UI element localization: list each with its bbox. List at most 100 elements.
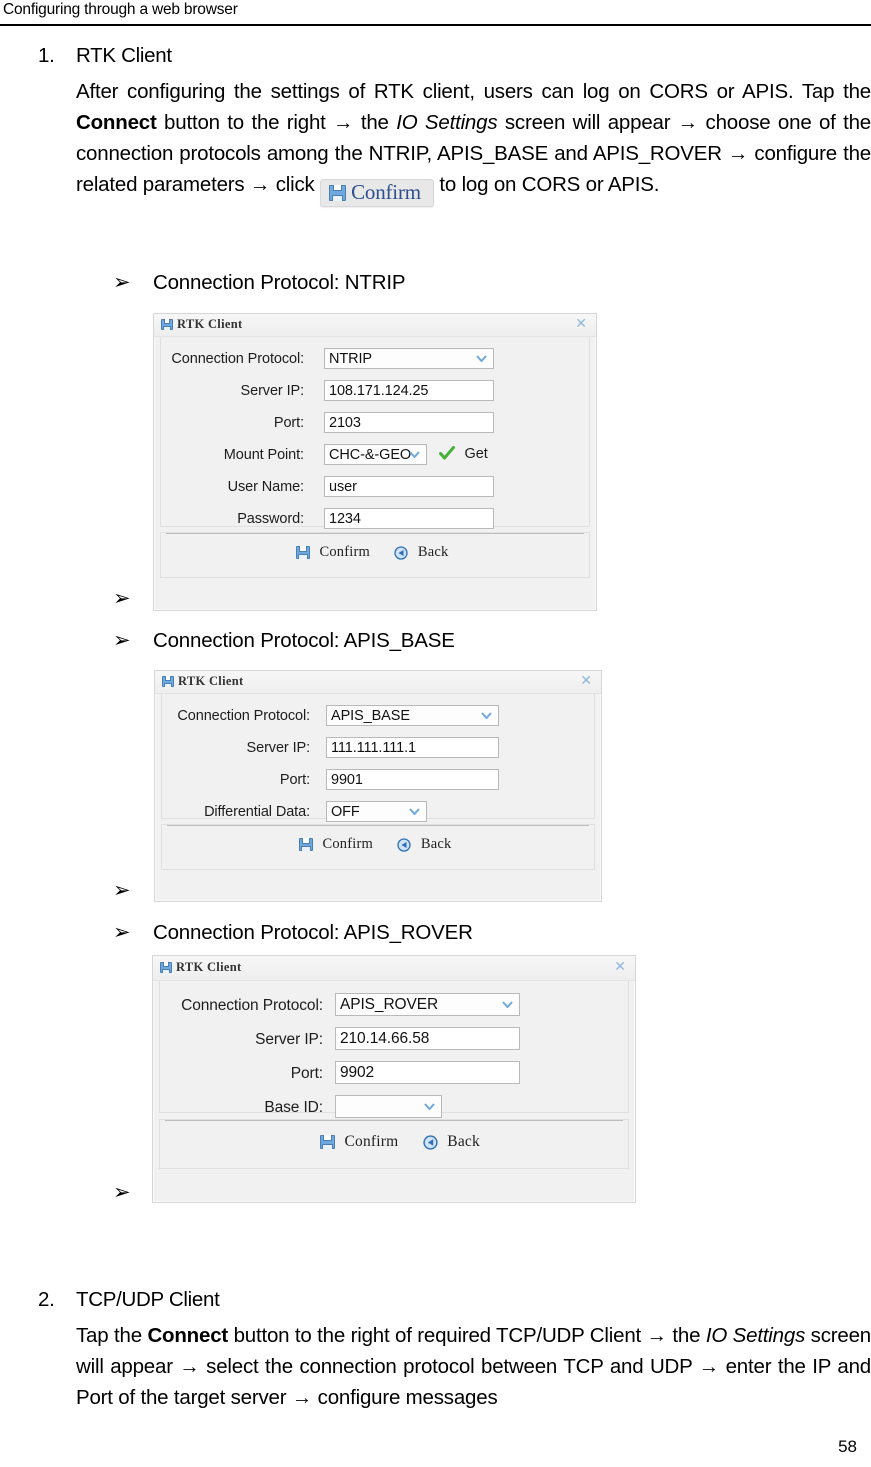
field-value: CHC-&-GEO — [329, 447, 412, 463]
back-label: Back — [417, 544, 449, 561]
inline-confirm-button[interactable]: Confirm — [320, 179, 434, 208]
arrow-bullet-icon: ➢ — [113, 920, 131, 944]
field-label: Mount Point: — [223, 447, 304, 463]
dialog-titlebar: RTK Client ✕ — [154, 314, 596, 337]
page-number: 58 — [838, 1437, 857, 1456]
field-value: 210.14.66.58 — [340, 1030, 430, 1047]
arrow-bullet-icon: ➢ — [113, 628, 131, 652]
close-icon[interactable]: ✕ — [580, 674, 592, 688]
floppy-save-icon — [329, 184, 347, 201]
base-id-select[interactable] — [335, 1095, 442, 1118]
chevron-down-icon — [481, 712, 492, 719]
field-label: Port: — [273, 415, 304, 431]
get-button[interactable]: Get — [439, 445, 488, 463]
confirm-label: Confirm — [319, 544, 370, 561]
field-label: Connection Protocol: — [171, 351, 304, 367]
para1-connect-bold: Connect — [76, 111, 157, 134]
connection-protocol-select[interactable]: NTRIP — [324, 348, 494, 369]
field-row-mount-point: Mount Point: CHC-&-GEO Get — [161, 443, 589, 470]
back-label: Back — [447, 1133, 480, 1150]
back-arrow-icon — [397, 838, 412, 852]
dialog-titlebar: RTK Client ✕ — [155, 671, 601, 694]
field-row-user-name: User Name: user — [161, 475, 589, 502]
para1-run-4: to log on CORS or APIS. — [433, 173, 660, 196]
confirm-button[interactable]: Confirm — [296, 544, 370, 562]
field-row-server-ip: Server IP: 210.14.66.58 — [160, 1026, 628, 1055]
port-input[interactable]: 9901 — [326, 769, 499, 790]
connection-protocol-select[interactable]: APIS_BASE — [326, 705, 499, 726]
field-label: User Name: — [227, 479, 304, 495]
field-row-connection-protocol: Connection Protocol: APIS_ROVER — [160, 992, 628, 1021]
para2-io-settings-italic: IO Settings — [705, 1324, 806, 1347]
confirm-button[interactable]: Confirm — [299, 836, 373, 854]
dialog-title: RTK Client — [176, 960, 242, 974]
confirm-button[interactable]: Confirm — [320, 1133, 398, 1151]
chevron-down-icon — [476, 355, 487, 362]
field-label: Port: — [290, 1065, 323, 1082]
mount-point-select[interactable]: CHC-&-GEO — [324, 444, 427, 465]
field-value: 111.111.111.1 — [331, 740, 416, 756]
field-label: Base ID: — [264, 1099, 323, 1116]
chevron-down-icon — [502, 1001, 513, 1008]
user-name-input[interactable]: user — [324, 476, 494, 497]
field-row-password: Password: 1234 — [161, 507, 589, 534]
running-head: Configuring through a web browser — [3, 1, 238, 18]
section-1-number: 1. — [38, 44, 55, 67]
floppy-save-icon — [296, 546, 310, 560]
close-icon[interactable]: ✕ — [575, 317, 587, 331]
dialog-footer-apis-base: Confirm Back — [161, 824, 595, 870]
floppy-save-icon — [161, 319, 173, 330]
dialog-form-apis-base: Connection Protocol: APIS_BASE Server IP… — [161, 694, 595, 822]
field-row-port: Port: 9902 — [160, 1060, 628, 1089]
get-label: Get — [464, 445, 488, 462]
back-button[interactable]: Back — [423, 1133, 480, 1151]
back-arrow-icon — [394, 546, 409, 560]
arrow-bullet-icon: ➢ — [113, 586, 131, 610]
field-row-connection-protocol: Connection Protocol: APIS_BASE — [162, 704, 594, 731]
section-2-number: 2. — [38, 1288, 55, 1311]
dialog-form-apis-rover: Connection Protocol: APIS_ROVER Server I… — [159, 981, 629, 1118]
back-button[interactable]: Back — [397, 836, 451, 854]
section-1-title: RTK Client — [76, 44, 172, 67]
rtk-client-dialog-apis-rover[interactable]: RTK Client ✕ Connection Protocol: APIS_R… — [152, 955, 636, 1203]
port-input[interactable]: 9902 — [335, 1061, 520, 1084]
footer-divider — [167, 825, 589, 826]
field-value: user — [329, 479, 357, 495]
field-value: APIS_BASE — [331, 708, 410, 724]
differential-data-select[interactable]: OFF — [326, 801, 427, 822]
bullet-apis-rover-label: Connection Protocol: APIS_ROVER — [153, 921, 473, 944]
field-row-server-ip: Server IP: 111.111.111.1 — [162, 736, 594, 763]
bullet-apis-base-label: Connection Protocol: APIS_BASE — [153, 629, 455, 652]
section-2-title: TCP/UDP Client — [76, 1288, 220, 1311]
connection-protocol-select[interactable]: APIS_ROVER — [335, 993, 520, 1016]
password-input[interactable]: 1234 — [324, 508, 494, 529]
para1-io-settings-italic: IO Settings — [396, 111, 498, 134]
field-label: Server IP: — [246, 740, 311, 756]
para2-run-2: button to the right of required TCP/UDP … — [228, 1324, 706, 1347]
arrow-bullet-icon: ➢ — [113, 1180, 131, 1204]
close-icon[interactable]: ✕ — [614, 960, 626, 974]
dialog-titlebar: RTK Client ✕ — [153, 956, 635, 981]
chevron-down-icon — [409, 808, 420, 815]
chevron-down-icon — [409, 451, 420, 458]
footer-divider — [166, 533, 584, 534]
server-ip-input[interactable]: 111.111.111.1 — [326, 737, 499, 758]
field-label: Password: — [237, 511, 304, 527]
field-row-server-ip: Server IP: 108.171.124.25 — [161, 379, 589, 406]
field-value: APIS_ROVER — [340, 996, 439, 1013]
field-value: 108.171.124.25 — [329, 383, 429, 399]
back-label: Back — [420, 836, 452, 853]
server-ip-input[interactable]: 108.171.124.25 — [324, 380, 494, 401]
rtk-client-dialog-ntrip[interactable]: RTK Client ✕ Connection Protocol: NTRIP … — [153, 313, 597, 611]
back-button[interactable]: Back — [394, 544, 448, 562]
confirm-label: Confirm — [322, 836, 373, 853]
page-header: Configuring through a web browser — [0, 0, 871, 26]
floppy-save-icon — [320, 1135, 335, 1149]
server-ip-input[interactable]: 210.14.66.58 — [335, 1027, 520, 1050]
field-row-differential-data: Differential Data: OFF — [162, 800, 594, 827]
para1-run-1: After configuring the settings of RTK cl… — [76, 80, 871, 103]
chevron-down-icon — [424, 1103, 435, 1110]
port-input[interactable]: 2103 — [324, 412, 494, 433]
rtk-client-dialog-apis-base[interactable]: RTK Client ✕ Connection Protocol: APIS_B… — [154, 670, 602, 902]
field-value: 1234 — [329, 511, 361, 527]
